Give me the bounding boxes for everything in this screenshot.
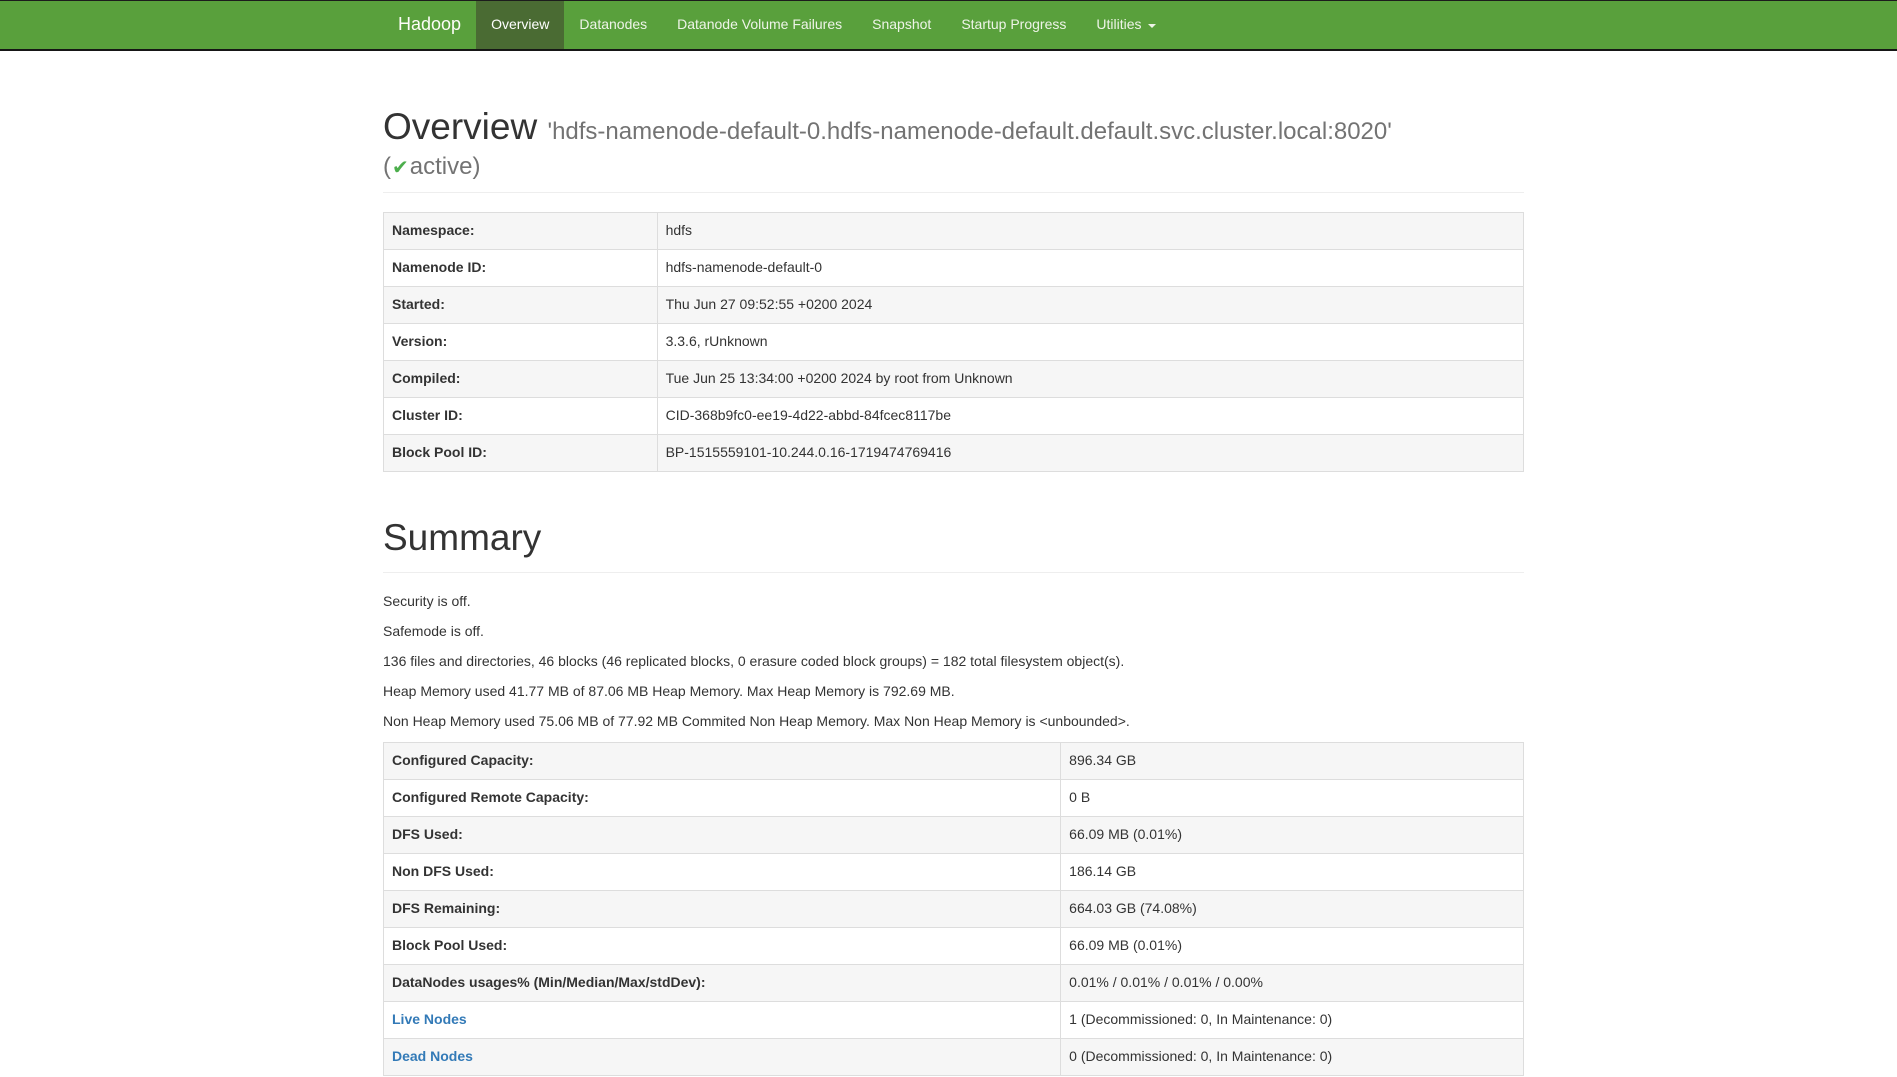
row-label: DataNodes usages% (Min/Median/Max/stdDev…	[384, 965, 1061, 1002]
row-value: BP-1515559101-10.244.0.16-1719474769416	[657, 435, 1523, 472]
row-label: Live Nodes	[384, 1002, 1061, 1039]
summary-title: Summary	[383, 514, 1524, 562]
row-label: Cluster ID:	[384, 398, 658, 435]
status-label: active	[410, 153, 473, 180]
table-row: Configured Remote Capacity: 0 B	[384, 780, 1524, 817]
summary-divider	[383, 572, 1524, 573]
table-row: Dead Nodes 0 (Decommissioned: 0, In Main…	[384, 1039, 1524, 1076]
row-value: 896.34 GB	[1061, 743, 1524, 780]
top-navbar: Hadoop Overview Datanodes Datanode Volum…	[0, 0, 1897, 51]
row-value: 0.01% / 0.01% / 0.01% / 0.00%	[1061, 965, 1524, 1002]
main-content: Overview 'hdfs-namenode-default-0.hdfs-n…	[383, 103, 1524, 1076]
nav-tab-startup-progress[interactable]: Startup Progress	[946, 1, 1081, 49]
check-icon: ✔	[391, 157, 410, 179]
nav-tab-overview[interactable]: Overview	[476, 1, 564, 49]
row-value: 664.03 GB (74.08%)	[1061, 891, 1524, 928]
row-label: Block Pool Used:	[384, 928, 1061, 965]
table-row: Compiled: Tue Jun 25 13:34:00 +0200 2024…	[384, 361, 1524, 398]
table-row: DataNodes usages% (Min/Median/Max/stdDev…	[384, 965, 1524, 1002]
table-row: Cluster ID: CID-368b9fc0-ee19-4d22-abbd-…	[384, 398, 1524, 435]
nav-dropdown-utilities[interactable]: Utilities	[1081, 1, 1170, 49]
row-value: CID-368b9fc0-ee19-4d22-abbd-84fcec8117be	[657, 398, 1523, 435]
row-label: Dead Nodes	[384, 1039, 1061, 1076]
namenode-status: (✔active)	[383, 151, 1524, 182]
status-paren-close: )	[472, 153, 480, 180]
table-row: DFS Remaining: 664.03 GB (74.08%)	[384, 891, 1524, 928]
page-title: Overview 'hdfs-namenode-default-0.hdfs-n…	[383, 103, 1524, 182]
row-label: Block Pool ID:	[384, 435, 658, 472]
row-value: 186.14 GB	[1061, 854, 1524, 891]
row-value: 1 (Decommissioned: 0, In Maintenance: 0)	[1061, 1002, 1524, 1039]
brand-hadoop[interactable]: Hadoop	[383, 1, 476, 49]
summary-text: Security is off. Safemode is off. 136 fi…	[383, 592, 1524, 732]
nav-tab-datanode-volume-failures[interactable]: Datanode Volume Failures	[662, 1, 857, 49]
table-row: Namenode ID: hdfs-namenode-default-0	[384, 250, 1524, 287]
nav-tabs: Overview Datanodes Datanode Volume Failu…	[476, 1, 1170, 49]
row-value: 0 (Decommissioned: 0, In Maintenance: 0)	[1061, 1039, 1524, 1076]
nav-tab-snapshot[interactable]: Snapshot	[857, 1, 946, 49]
row-value: 66.09 MB (0.01%)	[1061, 817, 1524, 854]
table-row: Live Nodes 1 (Decommissioned: 0, In Main…	[384, 1002, 1524, 1039]
dead-nodes-link[interactable]: Dead Nodes	[392, 1048, 473, 1064]
row-label: Non DFS Used:	[384, 854, 1061, 891]
row-label: DFS Used:	[384, 817, 1061, 854]
row-value: Thu Jun 27 09:52:55 +0200 2024	[657, 287, 1523, 324]
table-row: Non DFS Used: 186.14 GB	[384, 854, 1524, 891]
row-value: Tue Jun 25 13:34:00 +0200 2024 by root f…	[657, 361, 1523, 398]
live-nodes-link[interactable]: Live Nodes	[392, 1011, 467, 1027]
row-label: Namespace:	[384, 213, 658, 250]
page-title-text: Overview	[383, 106, 537, 147]
summary-line-security: Security is off.	[383, 592, 1524, 612]
table-row: Namespace: hdfs	[384, 213, 1524, 250]
table-row: Block Pool Used: 66.09 MB (0.01%)	[384, 928, 1524, 965]
row-value: 66.09 MB (0.01%)	[1061, 928, 1524, 965]
table-row: DFS Used: 66.09 MB (0.01%)	[384, 817, 1524, 854]
table-row: Block Pool ID: BP-1515559101-10.244.0.16…	[384, 435, 1524, 472]
row-value: hdfs	[657, 213, 1523, 250]
summary-line-nonheap: Non Heap Memory used 75.06 MB of 77.92 M…	[383, 712, 1524, 732]
overview-info-table: Namespace: hdfs Namenode ID: hdfs-nameno…	[383, 212, 1524, 472]
caret-down-icon	[1148, 24, 1156, 28]
title-divider	[383, 192, 1524, 193]
summary-line-safemode: Safemode is off.	[383, 622, 1524, 642]
row-label: Version:	[384, 324, 658, 361]
row-label: DFS Remaining:	[384, 891, 1061, 928]
summary-line-filesystem: 136 files and directories, 46 blocks (46…	[383, 652, 1524, 672]
table-row: Started: Thu Jun 27 09:52:55 +0200 2024	[384, 287, 1524, 324]
row-label: Namenode ID:	[384, 250, 658, 287]
namenode-address: 'hdfs-namenode-default-0.hdfs-namenode-d…	[547, 118, 1391, 145]
row-value: hdfs-namenode-default-0	[657, 250, 1523, 287]
row-label: Configured Remote Capacity:	[384, 780, 1061, 817]
row-label: Compiled:	[384, 361, 658, 398]
row-value: 3.3.6, rUnknown	[657, 324, 1523, 361]
navbar-container: Hadoop Overview Datanodes Datanode Volum…	[383, 1, 1524, 49]
utilities-label: Utilities	[1096, 15, 1141, 35]
row-label: Started:	[384, 287, 658, 324]
nav-tab-datanodes[interactable]: Datanodes	[564, 1, 662, 49]
table-row: Version: 3.3.6, rUnknown	[384, 324, 1524, 361]
status-paren-open: (	[383, 153, 391, 180]
summary-line-heap: Heap Memory used 41.77 MB of 87.06 MB He…	[383, 682, 1524, 702]
summary-table: Configured Capacity: 896.34 GB Configure…	[383, 742, 1524, 1076]
row-label: Configured Capacity:	[384, 743, 1061, 780]
table-row: Configured Capacity: 896.34 GB	[384, 743, 1524, 780]
row-value: 0 B	[1061, 780, 1524, 817]
